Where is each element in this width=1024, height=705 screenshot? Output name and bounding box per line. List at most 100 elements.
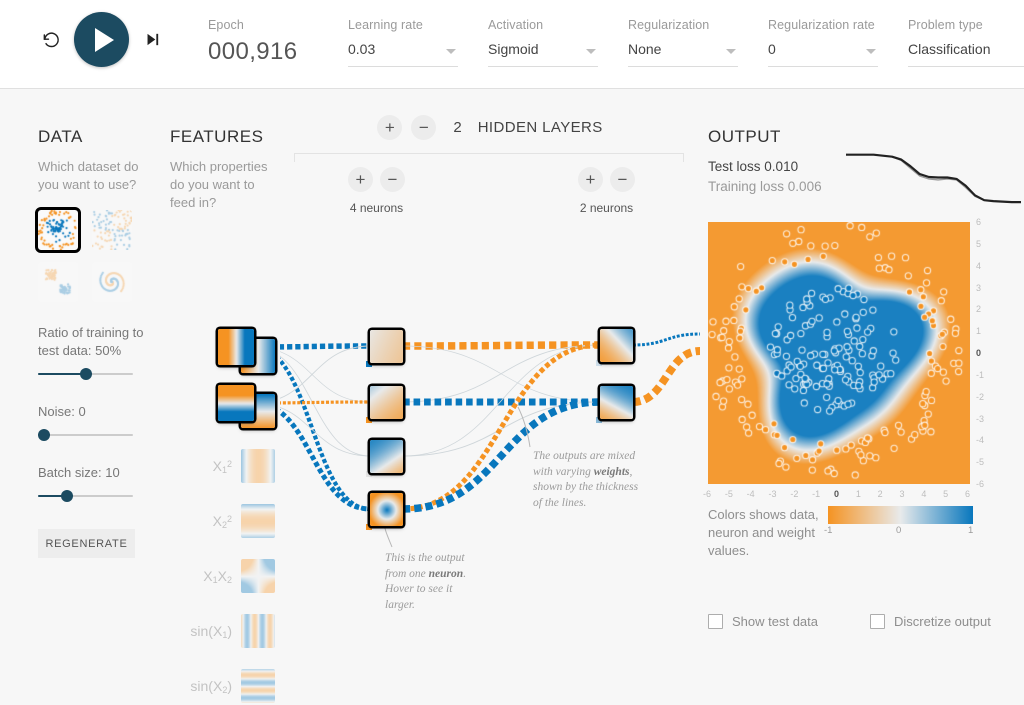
network-link[interactable] [633,351,700,402]
slider-knob[interactable] [80,368,92,380]
hidden-neuron-2-1[interactable] [600,329,633,362]
show-test-data-checkbox[interactable]: Show test data [708,614,818,629]
play-button[interactable] [74,12,129,67]
network-link[interactable] [403,402,600,456]
chevron-down-icon [586,49,596,54]
feature-row-x2sq[interactable]: X22 [170,502,275,540]
loss-curve [846,155,1021,202]
feature-row-sinx2[interactable]: sin(X2) [170,667,275,705]
test-loss-value: 0.010 [764,159,798,174]
remove-neuron-layer-2-button[interactable]: − [610,167,635,192]
step-forward-icon[interactable] [139,27,165,53]
y-axis-tick: 6 [976,217,981,227]
epoch-value: 000,916 [208,38,298,66]
feature-row-sinx1[interactable]: sin(X1) [170,612,275,650]
ratio-label: Ratio of training to test data: 50% [38,324,148,360]
data-panel-title: DATA [38,127,148,147]
network-link[interactable] [280,347,370,402]
problem-type-select[interactable]: Classification [908,41,1024,67]
hidden-neuron-1-4[interactable] [370,493,403,526]
noise-value: 0 [78,404,85,419]
feature-label-x2sq: X22 [213,513,232,530]
legend-description: Colors shows data, neuron and weight val… [708,506,823,560]
input-neuron-x1[interactable] [218,329,254,365]
network-link[interactable] [280,403,370,509]
loss-readouts: Test loss 0.010 Training loss 0.006 [708,159,822,194]
feature-thumb-canvas [241,614,275,648]
x-axis-tick: -3 [769,489,777,499]
input-neuron-x2[interactable] [218,385,254,421]
legend-tick: -1 [824,525,832,536]
slider-knob[interactable] [38,429,50,441]
regularization-rate-label: Regularization rate [768,18,878,32]
activation-field: Activation Sigmoid [488,18,598,67]
discretize-output-checkbox[interactable]: Discretize output [870,614,991,629]
hidden-neuron-2-2[interactable] [600,386,633,419]
batch-size-slider[interactable] [38,489,133,503]
dataset-thumbnail-grid [38,210,148,302]
x-axis-tick: 4 [921,489,926,499]
network-link[interactable] [403,345,600,402]
feature-row-x1x2[interactable]: X1X2 [170,557,275,595]
feature-thumb-x1x2[interactable] [241,559,275,593]
reset-icon[interactable] [38,27,64,53]
feature-row-x1sq[interactable]: X12 [170,447,275,485]
regularization-select[interactable]: None [628,41,738,67]
y-axis-tick: -6 [976,479,984,489]
discretize-output-label: Discretize output [894,614,991,629]
x-axis-tick: 2 [878,489,883,499]
y-axis-tick: -1 [976,370,984,380]
feature-thumb-sinx1[interactable] [241,614,275,648]
output-checkboxes: Show test data Discretize output [708,614,991,629]
remove-neuron-layer-1-button[interactable]: − [380,167,405,192]
x-axis-tick: -2 [790,489,798,499]
x-axis-tick: -4 [747,489,755,499]
add-neuron-layer-1-button[interactable]: + [348,167,373,192]
y-axis-tick: -2 [976,392,984,402]
feature-thumb-x2sq[interactable] [241,504,275,538]
slider-knob[interactable] [61,490,73,502]
y-axis-tick: -3 [976,414,984,424]
add-layer-button[interactable]: + [377,115,402,140]
checkbox-box [708,614,723,629]
training-loss: Training loss 0.006 [708,179,822,194]
network-link[interactable] [280,403,370,456]
feature-thumb-sinx2[interactable] [241,669,275,703]
x-axis-tick: 6 [965,489,970,499]
regularization-rate-value: 0 [768,41,776,57]
dataset-thumb-canvas [38,210,78,250]
callout-weights: The outputs are mixed with varying weigh… [533,449,643,511]
layer-2-neuron-count: 2 neurons [580,201,633,215]
ratio-value: 50% [95,343,121,358]
dataset-thumb-circle[interactable] [38,210,78,250]
network-link[interactable] [280,402,370,403]
regenerate-button[interactable]: REGENERATE [38,529,135,558]
dataset-thumb-spiral[interactable] [92,262,132,302]
network-link[interactable] [280,346,370,403]
activation-label: Activation [488,18,598,32]
features-panel-description: Which properties do you want to feed in? [170,158,275,212]
network-link[interactable] [403,345,600,456]
output-heatmap[interactable] [708,222,970,484]
heatmap-canvas[interactable] [708,222,970,484]
network-link[interactable] [403,345,600,346]
network-link[interactable] [633,334,700,345]
y-axis-tick: -5 [976,457,984,467]
hidden-layers-divider [294,153,684,162]
hidden-neuron-1-3[interactable] [370,440,403,473]
hidden-neuron-1-2[interactable] [370,386,403,419]
remove-layer-button[interactable]: − [411,115,436,140]
hidden-neuron-1-1[interactable] [370,330,403,363]
activation-select[interactable]: Sigmoid [488,41,598,67]
dataset-thumb-exclusive-or[interactable] [92,210,132,250]
chevron-down-icon [726,49,736,54]
dataset-thumb-gaussian[interactable] [38,262,78,302]
add-neuron-layer-2-button[interactable]: + [578,167,603,192]
feature-thumb-x1sq[interactable] [241,449,275,483]
noise-label: Noise: 0 [38,403,148,421]
ratio-slider[interactable] [38,367,133,381]
learning-rate-select[interactable]: 0.03 [348,41,458,67]
regularization-rate-select[interactable]: 0 [768,41,878,67]
neuron-canvas [370,493,403,526]
noise-slider[interactable] [38,428,133,442]
